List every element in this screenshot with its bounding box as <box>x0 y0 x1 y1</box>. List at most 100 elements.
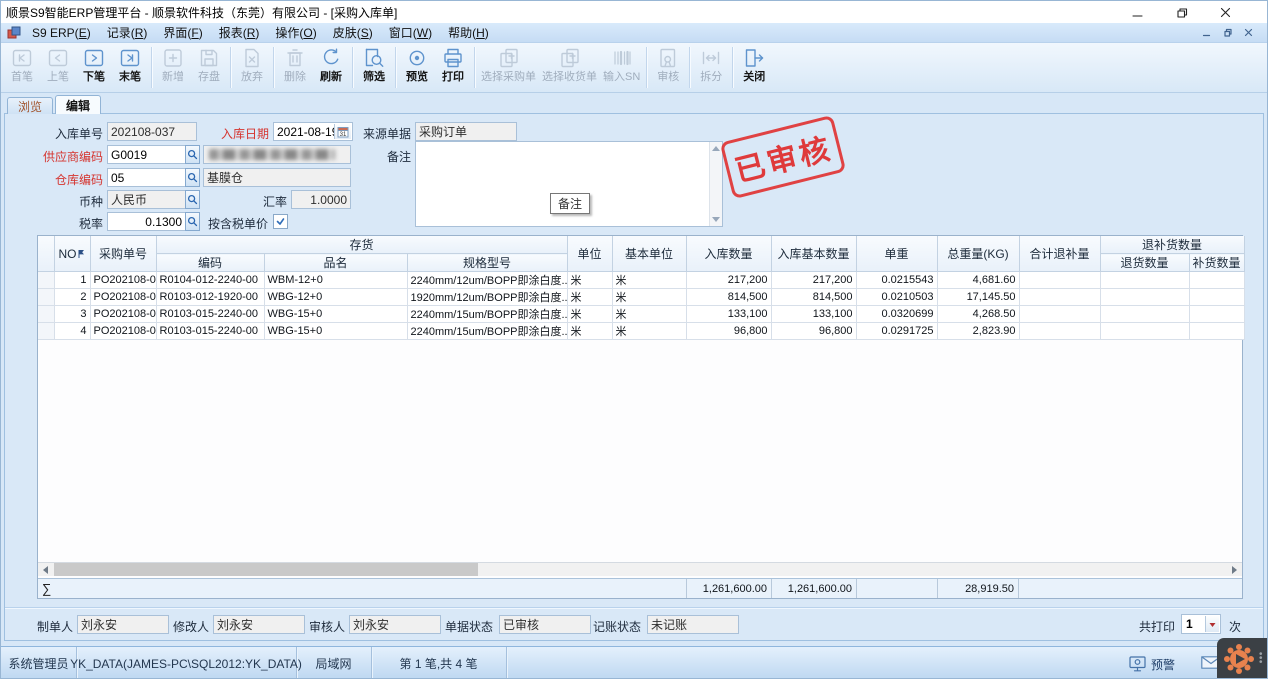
cell-total_weight[interactable]: 4,681.60 <box>937 272 1019 289</box>
cell-ind[interactable] <box>38 272 54 289</box>
cell-ind[interactable] <box>38 306 54 323</box>
scroll-left-icon[interactable] <box>38 563 53 576</box>
cell-no[interactable]: 4 <box>54 323 90 340</box>
restore-window-button[interactable] <box>1159 1 1203 23</box>
cell-qty[interactable]: 96,800 <box>686 323 771 340</box>
overlay-widget[interactable]: ••• <box>1217 638 1268 679</box>
cell-qty[interactable]: 814,500 <box>686 289 771 306</box>
cell-makeup_qty[interactable] <box>1189 323 1244 340</box>
cell-name[interactable]: WBG-12+0 <box>264 289 407 306</box>
scroll-right-icon[interactable] <box>1227 563 1242 576</box>
col-header-return_qty[interactable]: 退货数量 <box>1100 254 1189 272</box>
cell-po[interactable]: PO202108-0... <box>90 272 156 289</box>
col-header-spec[interactable]: 规格型号 <box>407 254 567 272</box>
cell-spec[interactable]: 2240mm/12um/BOPP即涂白度... <box>407 272 567 289</box>
toolbar-button-last-record[interactable]: 末笔 <box>112 43 148 92</box>
tab-browse[interactable]: 浏览 <box>7 97 53 114</box>
col-header-makeup_qty[interactable]: 补货数量 <box>1189 254 1244 272</box>
cell-unit[interactable]: 米 <box>567 323 612 340</box>
menu-item-8[interactable]: 帮助(H) <box>440 23 497 42</box>
print-count-spin-button[interactable] <box>1205 616 1219 632</box>
cell-qty[interactable]: 217,200 <box>686 272 771 289</box>
horizontal-scrollbar[interactable] <box>38 562 1242 576</box>
remark-textarea[interactable] <box>415 141 723 227</box>
cell-qty[interactable]: 133,100 <box>686 306 771 323</box>
cell-name[interactable]: WBM-12+0 <box>264 272 407 289</box>
menu-item-6[interactable]: 皮肤(S) <box>325 23 381 42</box>
cell-ind[interactable] <box>38 289 54 306</box>
menu-item-3[interactable]: 界面(F) <box>155 23 210 42</box>
cell-return_qty[interactable] <box>1100 272 1189 289</box>
cell-return_qty[interactable] <box>1100 289 1189 306</box>
cell-base_unit[interactable]: 米 <box>612 289 686 306</box>
cell-base_unit[interactable]: 米 <box>612 272 686 289</box>
alert-button[interactable]: 预警 <box>1129 652 1175 676</box>
col-header-base_unit[interactable]: 基本单位 <box>612 236 686 272</box>
cell-name[interactable]: WBG-15+0 <box>264 323 407 340</box>
close-window-button[interactable] <box>1203 1 1247 23</box>
supplier-lookup-button[interactable] <box>185 145 200 164</box>
col-header-name[interactable]: 品名 <box>264 254 407 272</box>
cell-no[interactable]: 3 <box>54 306 90 323</box>
mdi-restore-button[interactable] <box>1223 26 1232 40</box>
cell-po[interactable]: PO202108-0... <box>90 306 156 323</box>
cell-unit_weight[interactable]: 0.0291725 <box>856 323 937 340</box>
cell-makeup_qty[interactable] <box>1189 272 1244 289</box>
cell-base_qty[interactable]: 96,800 <box>771 323 856 340</box>
col-header-ind[interactable] <box>38 236 54 272</box>
scrollbar-thumb[interactable] <box>54 563 478 576</box>
cell-base_qty[interactable]: 814,500 <box>771 289 856 306</box>
cell-makeup_qty[interactable] <box>1189 306 1244 323</box>
col-header-no[interactable]: NO <box>54 236 90 272</box>
cell-adjust_total[interactable] <box>1019 289 1100 306</box>
toolbar-button-next-record[interactable]: 下笔 <box>76 43 112 92</box>
mdi-close-button[interactable] <box>1244 26 1253 40</box>
tax-included-checkbox[interactable] <box>273 214 288 229</box>
cell-ind[interactable] <box>38 323 54 340</box>
cell-base_unit[interactable]: 米 <box>612 323 686 340</box>
cell-unit[interactable]: 米 <box>567 272 612 289</box>
cell-total_weight[interactable]: 2,823.90 <box>937 323 1019 340</box>
toolbar-button-filter[interactable]: 筛选 <box>356 43 392 92</box>
cell-name[interactable]: WBG-15+0 <box>264 306 407 323</box>
cell-return_qty[interactable] <box>1100 306 1189 323</box>
cell-code[interactable]: R0103-015-2240-00 <box>156 306 264 323</box>
cell-total_weight[interactable]: 17,145.50 <box>937 289 1019 306</box>
tax-rate-lookup-button[interactable] <box>185 212 200 231</box>
cell-po[interactable]: PO202108-0... <box>90 323 156 340</box>
cell-code[interactable]: R0103-012-1920-00 <box>156 289 264 306</box>
cell-spec[interactable]: 1920mm/12um/BOPP即涂白度... <box>407 289 567 306</box>
col-header-po[interactable]: 采购单号 <box>90 236 156 272</box>
col-header-base_qty[interactable]: 入库基本数量 <box>771 236 856 272</box>
cell-unit[interactable]: 米 <box>567 306 612 323</box>
menu-item-1[interactable]: S9 ERP(E) <box>24 23 99 42</box>
cell-base_unit[interactable]: 米 <box>612 306 686 323</box>
cell-makeup_qty[interactable] <box>1189 289 1244 306</box>
mdi-minimize-button[interactable] <box>1202 26 1211 40</box>
col-header-unit[interactable]: 单位 <box>567 236 612 272</box>
toolbar-button-preview[interactable]: 预览 <box>399 43 435 92</box>
cell-base_qty[interactable]: 133,100 <box>771 306 856 323</box>
tab-edit[interactable]: 编辑 <box>55 95 101 114</box>
col-header-code[interactable]: 编码 <box>156 254 264 272</box>
warehouse-code-field[interactable]: 05 <box>107 168 186 187</box>
toolbar-button-print[interactable]: 打印 <box>435 43 471 92</box>
date-field[interactable]: 2021-08-1931 <box>273 122 353 141</box>
cell-adjust_total[interactable] <box>1019 272 1100 289</box>
col-header-qty[interactable]: 入库数量 <box>686 236 771 272</box>
menu-item-4[interactable]: 报表(R) <box>211 23 268 42</box>
cell-spec[interactable]: 2240mm/15um/BOPP即涂白度... <box>407 306 567 323</box>
cell-code[interactable]: R0104-012-2240-00 <box>156 272 264 289</box>
cell-return_qty[interactable] <box>1100 323 1189 340</box>
cell-no[interactable]: 1 <box>54 272 90 289</box>
toolbar-button-exit[interactable]: 关闭 <box>736 43 772 92</box>
cell-base_qty[interactable]: 217,200 <box>771 272 856 289</box>
cell-adjust_total[interactable] <box>1019 306 1100 323</box>
cell-spec[interactable]: 2240mm/15um/BOPP即涂白度... <box>407 323 567 340</box>
tax-rate-field[interactable]: 0.1300 <box>107 212 186 231</box>
col-header-adjust_total[interactable]: 合计退补量 <box>1019 236 1100 272</box>
scroll-down-icon[interactable] <box>710 213 722 226</box>
cell-po[interactable]: PO202108-0... <box>90 289 156 306</box>
widget-menu-dots[interactable]: ••• <box>1259 653 1263 665</box>
col-header-total_weight[interactable]: 总重量(KG) <box>937 236 1019 272</box>
